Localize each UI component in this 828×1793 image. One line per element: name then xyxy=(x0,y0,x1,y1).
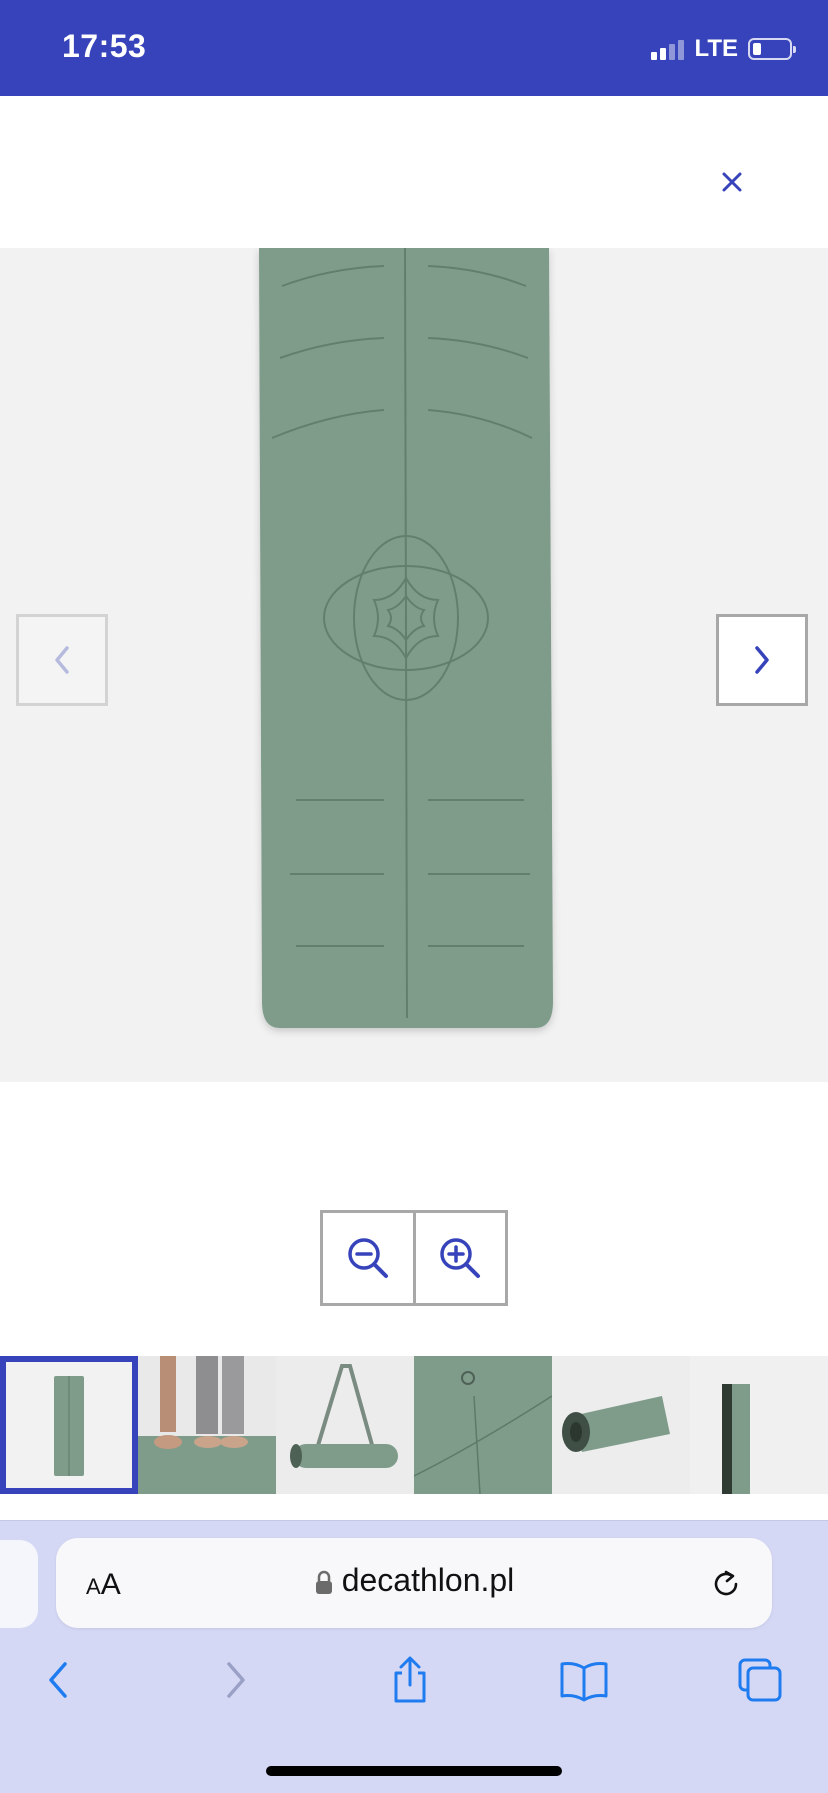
zoom-out-button[interactable] xyxy=(323,1213,413,1303)
mat-rolling-thumbnail xyxy=(552,1356,690,1494)
mat-closeup-thumbnail xyxy=(414,1356,552,1494)
yoga-mat-image xyxy=(259,248,553,1028)
product-image-area[interactable] xyxy=(0,248,828,1082)
status-time: 17:53 xyxy=(62,28,147,64)
browser-toolbar xyxy=(0,1640,828,1720)
share-button[interactable] xyxy=(380,1640,440,1720)
chevron-right-icon xyxy=(755,646,769,674)
bookmarks-icon xyxy=(560,1662,608,1702)
lock-icon xyxy=(315,1570,332,1594)
close-icon xyxy=(722,172,742,192)
thumbnail-5[interactable] xyxy=(552,1356,690,1494)
zoom-in-button[interactable] xyxy=(412,1213,506,1303)
forward-icon xyxy=(227,1662,245,1698)
thumbnail-6[interactable] xyxy=(690,1356,828,1494)
back-button[interactable] xyxy=(28,1640,88,1720)
zoom-controls xyxy=(320,1210,508,1306)
reload-icon xyxy=(714,1570,738,1596)
thumbnail-strip xyxy=(0,1356,828,1494)
forward-button[interactable] xyxy=(206,1640,266,1720)
mat-rolled-upright-thumbnail xyxy=(690,1356,828,1494)
tabs-icon xyxy=(738,1658,782,1702)
next-image-button[interactable] xyxy=(716,614,808,706)
back-icon xyxy=(49,1662,67,1698)
reload-button[interactable] xyxy=(708,1566,744,1607)
yoga-mat-thumbnail xyxy=(54,1376,84,1476)
zoom-in-icon xyxy=(440,1238,481,1278)
status-bar: 17:53 LTE xyxy=(0,0,828,96)
home-indicator xyxy=(266,1766,562,1776)
zoom-out-icon xyxy=(348,1238,388,1278)
url-text[interactable]: decathlon.pl xyxy=(0,1562,828,1599)
thumbnail-3[interactable] xyxy=(276,1356,414,1494)
tabs-button[interactable] xyxy=(730,1640,790,1720)
network-type: LTE xyxy=(694,35,738,62)
bookmarks-button[interactable] xyxy=(554,1640,614,1720)
chevron-left-icon xyxy=(55,646,69,674)
previous-image-button[interactable] xyxy=(16,614,108,706)
thumbnail-2[interactable] xyxy=(138,1356,276,1494)
close-button[interactable] xyxy=(710,160,754,204)
feet-on-mat-thumbnail xyxy=(138,1356,276,1494)
thumbnail-1[interactable] xyxy=(0,1356,138,1494)
thumbnail-4[interactable] xyxy=(414,1356,552,1494)
status-indicators: LTE xyxy=(651,34,796,64)
signal-icon xyxy=(651,38,685,60)
share-icon xyxy=(394,1656,426,1703)
rolled-mat-strap-thumbnail xyxy=(276,1356,414,1494)
battery-icon xyxy=(748,38,796,60)
